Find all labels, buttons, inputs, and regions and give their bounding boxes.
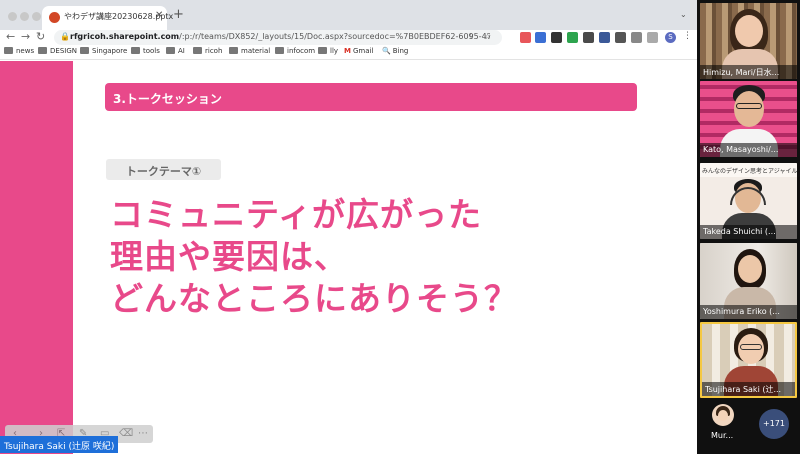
bookmark-news[interactable]: news [4,47,34,55]
participant-name: Takeda Shuichi (... [700,225,797,239]
tab-close-icon[interactable]: ✕ [155,10,163,21]
talk-theme-label: トークテーマ① [125,165,202,178]
share-icon[interactable]: ⇪ [468,32,475,41]
forward-icon[interactable]: → [21,31,30,43]
section-banner: 3.トークセッション [105,83,637,111]
bookmark-infocom[interactable]: infocom [275,47,315,55]
pocket-extension-icon[interactable] [520,32,531,43]
close-window-icon[interactable] [8,12,17,21]
eraser-icon[interactable]: ⌫ [119,428,133,440]
participant-tile[interactable]: Kato, Masayoshi/... [700,81,797,157]
bookmark-ricoh[interactable]: ricoh [193,47,222,55]
more-menu-icon[interactable]: ⋮ [683,31,692,41]
participant-banner-text: みんなのデザイン思考とアジャイル [700,163,797,177]
profile-avatar[interactable]: S [665,32,676,43]
grid-extension-icon[interactable] [583,32,594,43]
gmail-icon: M [344,47,351,55]
participant-name: Tsujihara Saki (辻... [702,382,795,396]
participant-avatar[interactable] [712,404,734,426]
browser-toolbar: ← → ↻ 🔒 rfgricoh.sharepoint.com/:p:/r/te… [0,30,697,46]
participant-face [734,91,764,127]
url-text: rfgricoh.sharepoint.com/:p:/r/teams/DX85… [70,32,490,41]
back-icon[interactable]: ← [6,31,15,43]
avatar-face [718,410,728,421]
glasses-icon [736,103,762,109]
color-extension-icon[interactable] [567,32,578,43]
address-bar[interactable]: 🔒 rfgricoh.sharepoint.com/:p:/r/teams/DX… [54,30,502,45]
participant-face [738,255,762,283]
section-title: 3.トークセッション [113,92,222,106]
more-options-icon[interactable]: ⋯ [138,428,148,440]
maximize-window-icon[interactable] [32,12,41,21]
function-extension-icon[interactable] [551,32,562,43]
bookmark-singapore[interactable]: Singapore [80,47,127,55]
folder-icon [4,47,13,54]
folder-icon [80,47,89,54]
participant-tile[interactable]: Yoshimura Eriko (... [700,243,797,319]
participant-name: Kato, Masayoshi/... [700,143,797,157]
participant-name: Yoshimura Eriko (... [700,305,797,319]
active-speaker-label: Tsujihara Saki (辻原 咲紀) [0,436,119,453]
lock-icon[interactable]: 🔒 [60,32,70,41]
block-extension-icon[interactable] [615,32,626,43]
folder-icon [131,47,140,54]
folder-icon [275,47,284,54]
bookmark-design[interactable]: DESIGN [38,47,77,55]
tab-pptx[interactable]: やわデザ講座20230628.pptx ✕ [42,6,173,30]
star-icon[interactable]: ☆ [484,32,491,41]
extension-icon[interactable] [535,32,546,43]
headline-line-2: 理由や要因は、 [110,237,348,276]
folder-icon [318,47,327,54]
new-tab-icon[interactable]: + [173,8,184,21]
participant-avatar-name: Mur... [711,431,734,440]
more-participants-count[interactable]: +171 [759,409,789,439]
slide-viewer: 3.トークセッション トークテーマ① コミュニティが広がった 理由や要因は、 ど… [0,61,697,454]
folder-icon [38,47,47,54]
bookmark-tools[interactable]: tools [131,47,160,55]
bookmark-lly[interactable]: lly [318,47,338,55]
tab-strip: やわデザ講座20230628.pptx ✕ + ⌄ [0,0,697,30]
bookmark-bing[interactable]: 🔍 Bing [382,47,408,55]
headline-line-1: コミュニティが広がった [110,195,483,234]
participants-panel: Himizu, Mari/日水... Kato, Masayoshi/... み… [697,0,800,454]
tab-search-icon[interactable]: ⌄ [680,10,687,19]
facebook-extension-icon[interactable] [599,32,610,43]
bookmark-ai[interactable]: AI [166,47,185,55]
minimize-window-icon[interactable] [20,12,29,21]
participant-name: Himizu, Mari/日水... [700,65,797,79]
browser-window: やわデザ講座20230628.pptx ✕ + ⌄ ← → ↻ 🔒 rfgric… [0,0,697,454]
participant-tile[interactable]: みんなのデザイン思考とアジャイル Takeda Shuichi (... [700,163,797,239]
bing-search-icon: 🔍 [382,47,391,55]
talk-theme-tag: トークテーマ① [106,159,221,180]
folder-icon [229,47,238,54]
screen: やわデザ講座20230628.pptx ✕ + ⌄ ← → ↻ 🔒 rfgric… [0,0,800,454]
bookmark-gmail[interactable]: M Gmail [344,47,373,55]
participant-tile[interactable]: Himizu, Mari/日水... [700,3,797,79]
powerpoint-icon [49,12,60,23]
glasses-icon [740,344,762,350]
participant-face [735,15,763,47]
participant-tile-active[interactable]: Tsujihara Saki (辻... [700,322,797,398]
folder-icon [166,47,175,54]
sidepanel-icon[interactable] [647,32,658,43]
puzzle-extension-icon[interactable] [631,32,642,43]
bookmark-material[interactable]: material [229,47,270,55]
reload-icon[interactable]: ↻ [36,31,45,43]
bookmarks-bar: news DESIGN Singapore tools AI ricoh mat… [0,46,697,60]
folder-icon [193,47,202,54]
headline-line-3: どんなところにありそう？ [110,279,518,318]
slide-side-stripe [0,61,73,454]
